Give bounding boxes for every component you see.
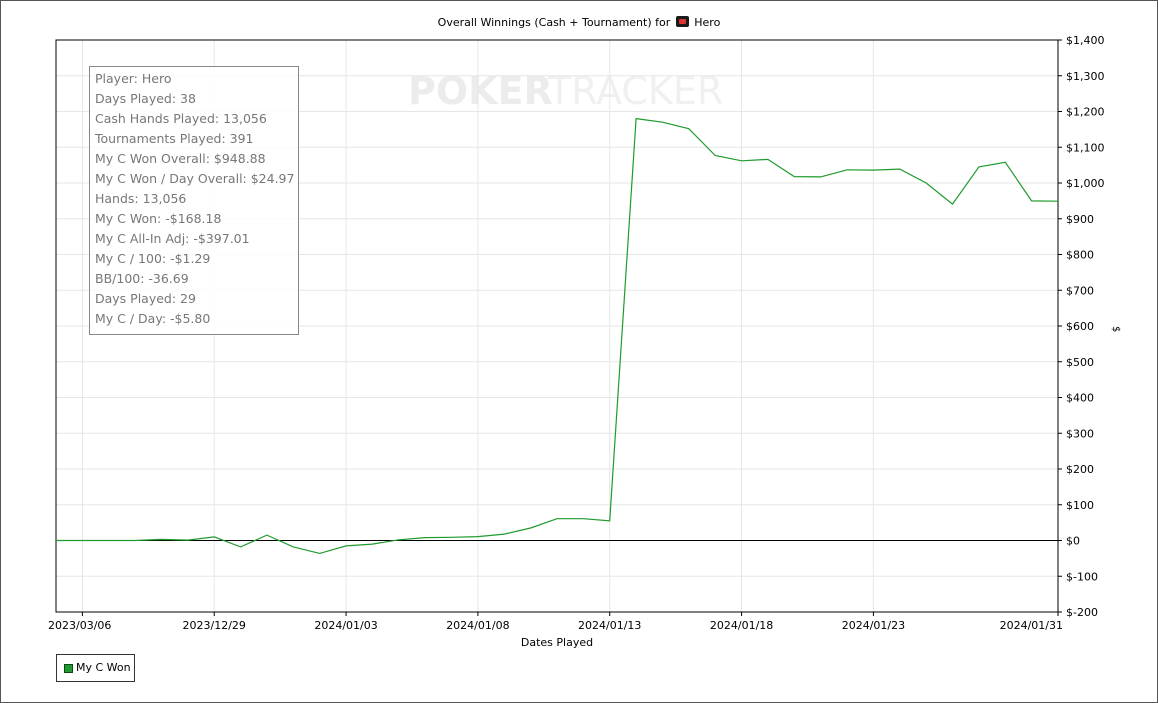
y-tick-label: $1,400 — [1066, 34, 1105, 47]
stats-line: My C / Day: -$5.80 — [95, 311, 211, 326]
y-tick-label: $-200 — [1066, 606, 1098, 619]
y-axis-label: $ — [1110, 326, 1121, 332]
y-axis: $-200 $-100 $0 $100 $200 $300 $400 $500 $600 $700… — [1058, 34, 1105, 619]
y-tick-label: $1,100 — [1066, 141, 1105, 154]
stats-line: Hands: 13,056 — [95, 191, 187, 206]
stats-line: My C / 100: -$1.29 — [95, 251, 211, 266]
y-tick-label: $500 — [1066, 356, 1094, 369]
stats-panel: Player: Hero Days Played: 38 Cash Hands Pl… — [89, 66, 299, 335]
stats-line: My C Won: -$168.18 — [95, 211, 222, 226]
y-tick-label: $200 — [1066, 463, 1094, 476]
stats-line: BB/100: -36.69 — [95, 271, 189, 286]
x-tick-label: 2023/12/29 — [183, 619, 246, 632]
stats-line: Tournaments Played: 391 — [95, 131, 254, 146]
stats-line: My C Won Overall: $948.88 — [95, 151, 266, 166]
x-axis: 2023/03/06 2023/12/29 2024/01/03 2024/01/08… — [48, 612, 1063, 632]
y-tick-label: $0 — [1066, 535, 1080, 548]
legend-label: My C Won — [76, 661, 131, 674]
y-tick-label: $400 — [1066, 392, 1094, 405]
legend-swatch — [64, 664, 73, 673]
x-tick-label: 2024/01/13 — [578, 619, 641, 632]
y-tick-label: $-100 — [1066, 570, 1098, 583]
y-tick-label: $700 — [1066, 284, 1094, 297]
x-tick-label: 2024/01/08 — [446, 619, 509, 632]
x-tick-label: 2024/01/18 — [710, 619, 773, 632]
y-tick-label: $800 — [1066, 249, 1094, 262]
x-tick-label: 2024/01/23 — [842, 619, 905, 632]
y-tick-label: $600 — [1066, 320, 1094, 333]
stats-line: My C All-In Adj: -$397.01 — [95, 231, 250, 246]
x-tick-label: 2024/01/31 — [1000, 619, 1063, 632]
y-tick-label: $300 — [1066, 427, 1094, 440]
y-tick-label: $900 — [1066, 213, 1094, 226]
stats-line: Days Played: 29 — [95, 291, 196, 306]
stats-line: Days Played: 38 — [95, 91, 196, 106]
stats-line: Player: Hero — [95, 71, 172, 86]
y-tick-label: $1,000 — [1066, 177, 1105, 190]
y-tick-label: $100 — [1066, 499, 1094, 512]
legend[interactable]: My C Won — [56, 654, 135, 682]
stats-line: My C Won / Day Overall: $24.97 — [95, 171, 295, 186]
x-tick-label: 2024/01/03 — [314, 619, 377, 632]
y-tick-label: $1,300 — [1066, 70, 1105, 83]
y-tick-label: $1,200 — [1066, 106, 1105, 119]
stats-line: Cash Hands Played: 13,056 — [95, 111, 267, 126]
x-axis-label: Dates Played — [520, 636, 594, 649]
x-tick-label: 2023/03/06 — [48, 619, 111, 632]
